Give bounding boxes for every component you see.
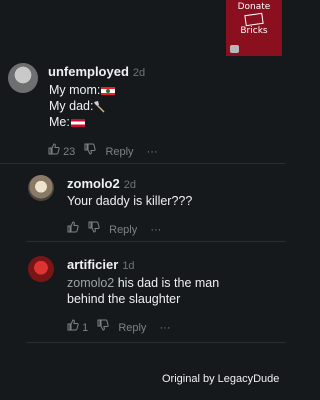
- dislike-icon[interactable]: [84, 143, 97, 155]
- username-text[interactable]: unfemployed: [48, 64, 129, 79]
- comment-line: My mom:: [49, 83, 101, 97]
- lebanon-flag-icon: [101, 86, 116, 95]
- comment-body: zomolo2 his dad is the man behind the sl…: [67, 275, 257, 307]
- donate-bricks-sticker: Donate Bricks: [226, 0, 282, 56]
- comment-line: My dad:: [49, 99, 94, 113]
- divider: [26, 342, 286, 343]
- reply-button[interactable]: Reply: [109, 224, 137, 236]
- more-options-button[interactable]: ···: [160, 322, 171, 334]
- like-count: 23: [63, 146, 76, 159]
- mention-link[interactable]: zomolo2: [67, 276, 114, 290]
- like-icon[interactable]: [67, 221, 79, 233]
- comment-actions: 23 Reply ···: [48, 143, 158, 158]
- avatar[interactable]: [28, 256, 54, 282]
- sticker-line2: Bricks: [240, 26, 268, 36]
- sticker-line1: Donate: [237, 2, 271, 12]
- brick-icon: [244, 12, 264, 27]
- reply-button[interactable]: Reply: [118, 322, 146, 334]
- avatar[interactable]: [8, 63, 38, 93]
- dislike-icon[interactable]: [88, 221, 100, 233]
- watermark-credit: Original by LegacyDude: [162, 373, 280, 385]
- like-icon[interactable]: [48, 143, 60, 155]
- comment-time: 1d: [122, 260, 135, 272]
- comment-actions: Reply ···: [67, 221, 161, 236]
- comment-actions: 1 Reply ···: [67, 319, 171, 334]
- divider: [26, 241, 286, 242]
- comment-username[interactable]: zomolo2 2d: [67, 176, 136, 191]
- like-count: 1: [82, 322, 89, 335]
- more-options-button[interactable]: ···: [147, 146, 158, 158]
- comment-line: Me:: [49, 115, 70, 129]
- comment-time: 2d: [123, 179, 136, 191]
- like-icon[interactable]: [67, 319, 79, 331]
- more-options-button[interactable]: ···: [150, 224, 161, 236]
- avatar[interactable]: [28, 175, 54, 201]
- reply-button[interactable]: Reply: [105, 146, 133, 158]
- comment-time: 2d: [132, 67, 146, 79]
- comment-username[interactable]: artificier 1d: [67, 257, 135, 272]
- comment-username[interactable]: unfemployed 2d: [48, 64, 145, 79]
- comment-body: Your daddy is killer???: [67, 193, 192, 209]
- axe-icon: [94, 100, 105, 113]
- austria-flag-icon: [70, 118, 85, 127]
- divider: [0, 163, 286, 164]
- cat-icon: [230, 45, 239, 53]
- dislike-icon[interactable]: [97, 319, 109, 331]
- username-text[interactable]: zomolo2: [67, 176, 120, 191]
- comment-body: My mom: My dad: Me:: [49, 82, 116, 130]
- comment-text: Your daddy is killer???: [67, 194, 193, 208]
- username-text[interactable]: artificier: [67, 257, 118, 272]
